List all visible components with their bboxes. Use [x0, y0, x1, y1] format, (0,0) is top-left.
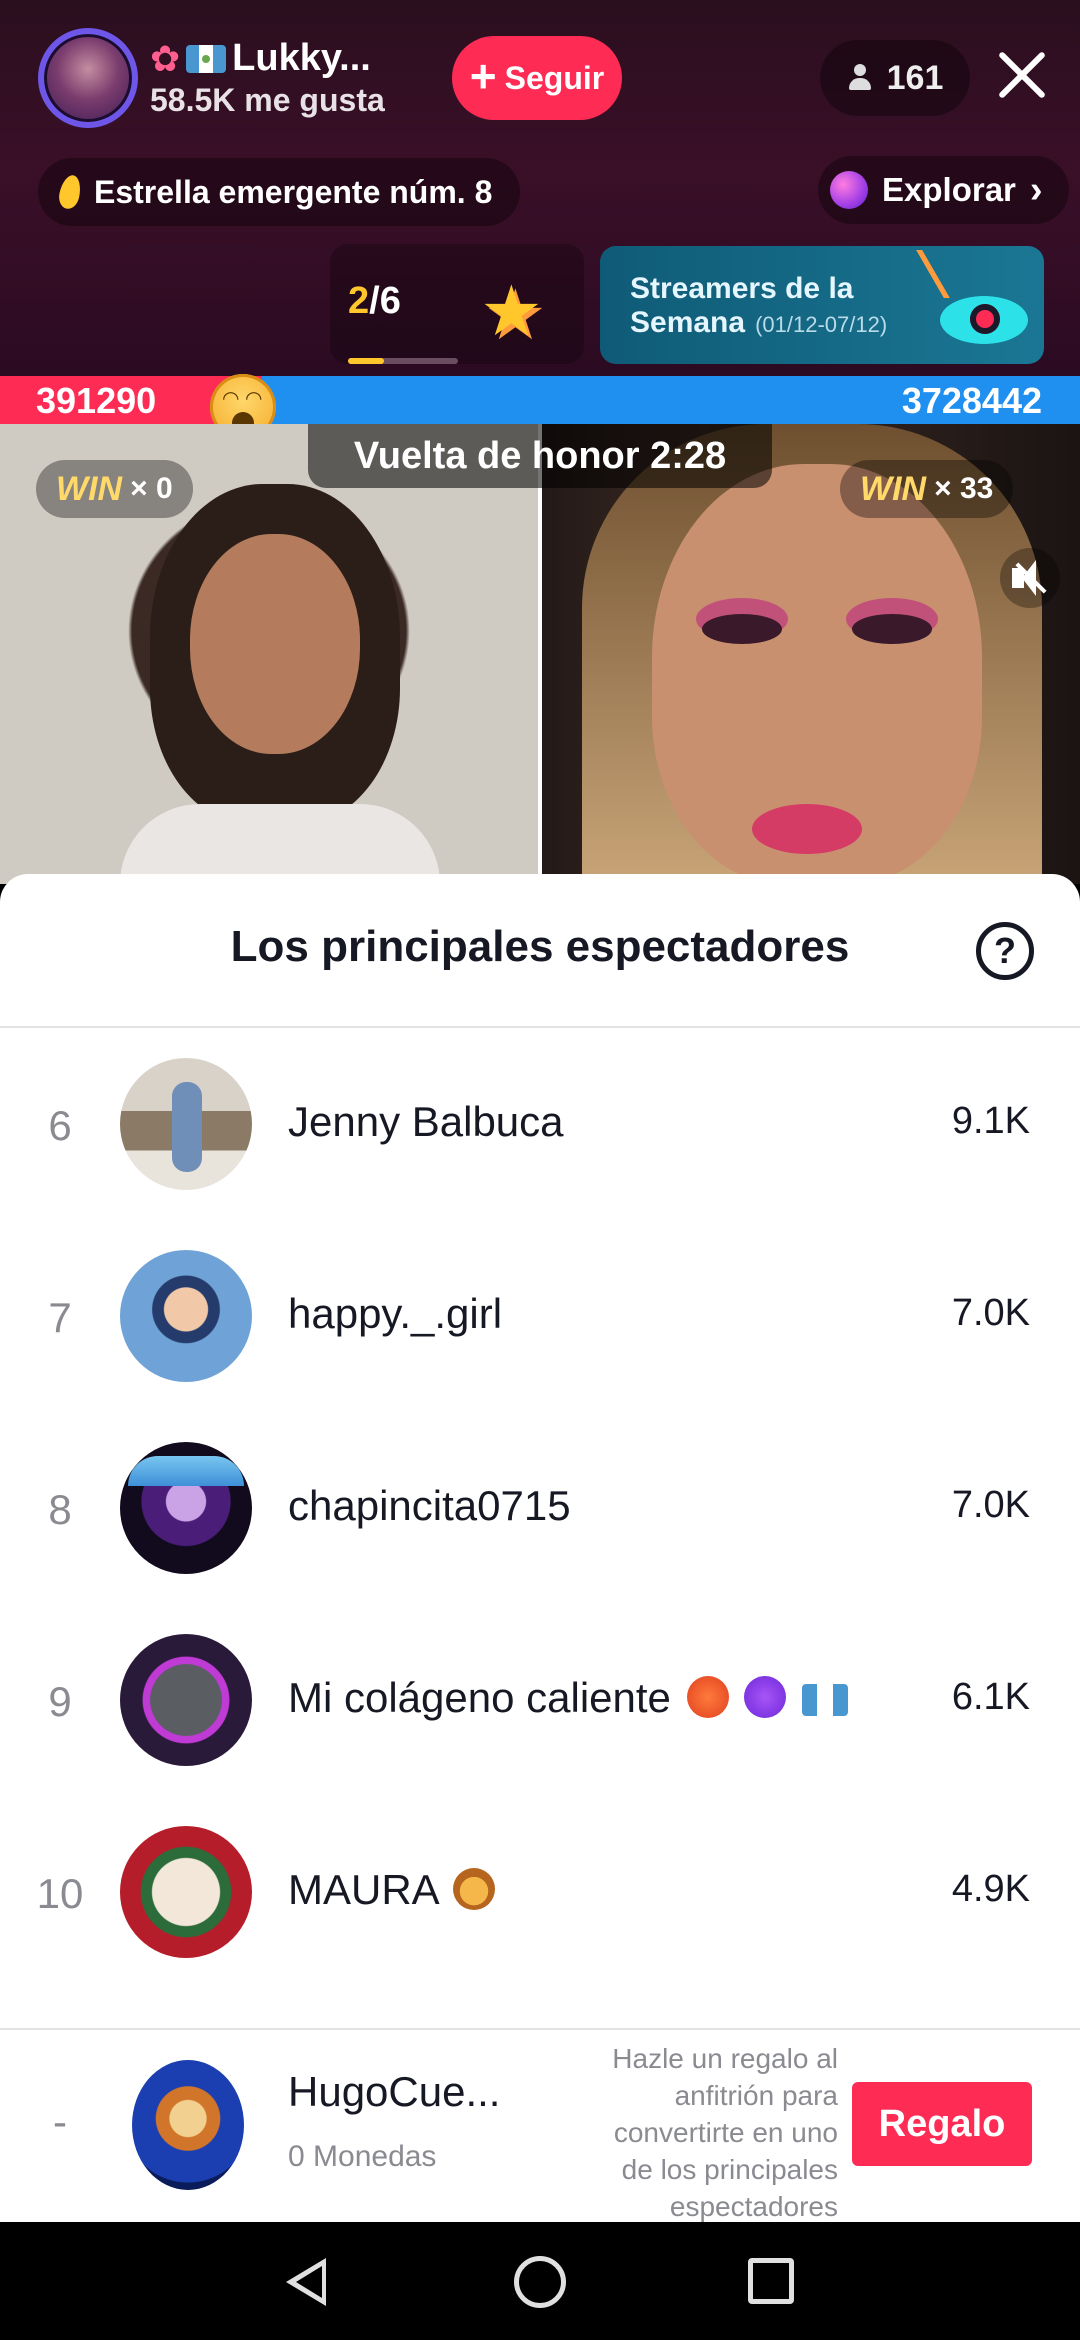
viewer-name: MAURA	[288, 1866, 438, 1913]
banner-page-indicator[interactable]: 2/6 ★	[330, 244, 584, 364]
video-right-eye-left	[702, 614, 782, 644]
sheet-header: Los principales espectadores ?	[0, 874, 1080, 1028]
viewer-score: 9.1K	[951, 1100, 1030, 1142]
viewer-avatar[interactable]	[120, 1634, 252, 1766]
win-count-left: WIN × 0	[36, 460, 193, 518]
eye-icon	[940, 296, 1028, 344]
viewer-avatar[interactable]	[120, 1058, 252, 1190]
viewer-row[interactable]: 6 Jenny Balbuca 9.1K	[0, 1030, 1080, 1222]
viewer-rank: 9	[48, 1678, 72, 1725]
recents-icon[interactable]	[748, 2258, 794, 2304]
flower-icon: ✿	[150, 37, 181, 79]
viewer-row[interactable]: 8 chapincita0715 7.0K	[0, 1414, 1080, 1606]
viewer-row[interactable]: 9 Mi colágeno caliente 6.1K	[0, 1606, 1080, 1798]
page-total: /6	[369, 280, 401, 322]
devil-emoji-icon	[744, 1676, 787, 1718]
page-counter: 2/6	[348, 280, 401, 323]
host-profile[interactable]: ✿ Lukky... 58.5K me gusta	[38, 28, 385, 128]
help-icon[interactable]: ?	[976, 922, 1034, 980]
host-name: Lukky...	[232, 37, 371, 79]
viewer-row[interactable]: 7 happy._.girl 7.0K	[0, 1222, 1080, 1414]
page-progress-bar	[348, 358, 458, 364]
viewer-avatar[interactable]	[120, 1826, 252, 1958]
score-right: 3728442	[901, 380, 1042, 421]
rising-star-rank[interactable]: Estrella emergente núm. 8	[38, 158, 521, 226]
next-viewer-avatar-peek	[128, 1456, 244, 1486]
lion-emoji-icon	[453, 1868, 496, 1910]
page-progress-fill	[348, 358, 385, 364]
viewer-name: chapincita0715	[288, 1482, 571, 1529]
top-viewers-sheet: Los principales espectadores ? 6 Jenny B…	[0, 874, 1080, 2222]
flame-icon	[56, 173, 84, 211]
viewer-score: 6.1K	[951, 1676, 1030, 1718]
plus-icon: +	[469, 50, 497, 102]
viewer-name-row: MAURA	[288, 1866, 496, 1914]
my-avatar[interactable]	[132, 2060, 244, 2190]
win-label: WIN	[860, 469, 927, 508]
host-likes: 58.5K me gusta	[150, 82, 385, 118]
viewer-rank: 8	[48, 1486, 72, 1533]
my-rank: -	[53, 2098, 67, 2145]
win-label: WIN	[56, 469, 123, 508]
rank-label: Estrella emergente núm. 8	[94, 173, 493, 210]
video-left-face	[190, 534, 360, 754]
weekly-title-line1: Streamers de la	[630, 272, 854, 305]
chevron-right-icon: ›	[1029, 168, 1043, 211]
gift-hint-text: Hazle un regalo al anfitrión para conver…	[612, 2043, 838, 2222]
viewer-name: Jenny Balbuca	[288, 1098, 564, 1145]
back-icon[interactable]	[286, 2258, 326, 2306]
win-right-value: × 33	[934, 472, 994, 505]
system-navigation-bar	[0, 2222, 1080, 2340]
viewer-name-row: Mi colágeno caliente	[288, 1674, 848, 1722]
viewer-rank: 10	[36, 1870, 84, 1917]
my-coins: 0 Monedas	[288, 2140, 437, 2173]
guatemala-flag-icon	[801, 1684, 848, 1716]
my-name: HugoCue...	[288, 2068, 501, 2115]
follow-label: Seguir	[504, 59, 605, 96]
video-right-lips	[752, 804, 862, 854]
live-header: ✿ Lukky... 58.5K me gusta + Seguir 161 E…	[0, 0, 1080, 376]
my-viewer-row: - HugoCue... 0 Monedas Hazle un regalo a…	[0, 2028, 1080, 2222]
viewer-name: happy._.girl	[288, 1290, 503, 1337]
viewer-rank: 6	[48, 1102, 72, 1149]
planet-icon	[830, 171, 868, 209]
person-icon	[847, 64, 873, 92]
explore-button[interactable]: Explorar ›	[818, 156, 1069, 224]
guatemala-flag-icon	[186, 44, 227, 73]
host-name-row: ✿ Lukky...	[150, 37, 385, 80]
viewer-score: 4.9K	[951, 1868, 1030, 1910]
viewer-name: Mi colágeno caliente	[288, 1674, 671, 1721]
win-left-value: × 0	[130, 472, 173, 505]
video-left-shirt	[120, 804, 440, 884]
win-count-right: WIN × 33	[840, 460, 1014, 518]
viewer-row[interactable]: 10 MAURA 4.9K	[0, 1798, 1080, 1990]
sheet-title: Los principales espectadores	[230, 922, 850, 971]
host-avatar[interactable]	[38, 28, 138, 128]
star-icon: ★	[480, 272, 543, 350]
burst-icon	[916, 250, 1004, 298]
viewer-count[interactable]: 161	[820, 40, 970, 116]
score-left: 391290	[36, 380, 157, 421]
gift-button[interactable]: Regalo	[852, 2082, 1032, 2166]
hot-face-emoji-icon	[686, 1676, 729, 1718]
explore-label: Explorar	[882, 171, 1016, 208]
page-current: 2	[348, 280, 370, 322]
weekly-title: Semana	[630, 306, 746, 339]
viewer-count-value: 161	[886, 58, 944, 97]
honor-lap-timer: Vuelta de honor 2:28	[308, 424, 772, 488]
viewer-avatar[interactable]	[120, 1250, 252, 1382]
host-info: ✿ Lukky... 58.5K me gusta	[150, 37, 385, 119]
mute-button[interactable]	[1000, 548, 1060, 608]
streamers-of-week-banner[interactable]: Streamers de la Semana (01/12-07/12)	[600, 246, 1044, 364]
follow-button[interactable]: + Seguir	[452, 36, 622, 120]
close-button[interactable]	[994, 48, 1048, 102]
viewer-rank: 7	[48, 1294, 72, 1341]
viewer-score: 7.0K	[951, 1292, 1030, 1334]
weekly-title-line2: Semana (01/12-07/12)	[630, 306, 887, 340]
video-right-eye-right	[852, 614, 932, 644]
home-icon[interactable]	[514, 2256, 566, 2308]
viewer-score: 7.0K	[951, 1484, 1030, 1526]
weekly-date: (01/12-07/12)	[755, 312, 888, 337]
